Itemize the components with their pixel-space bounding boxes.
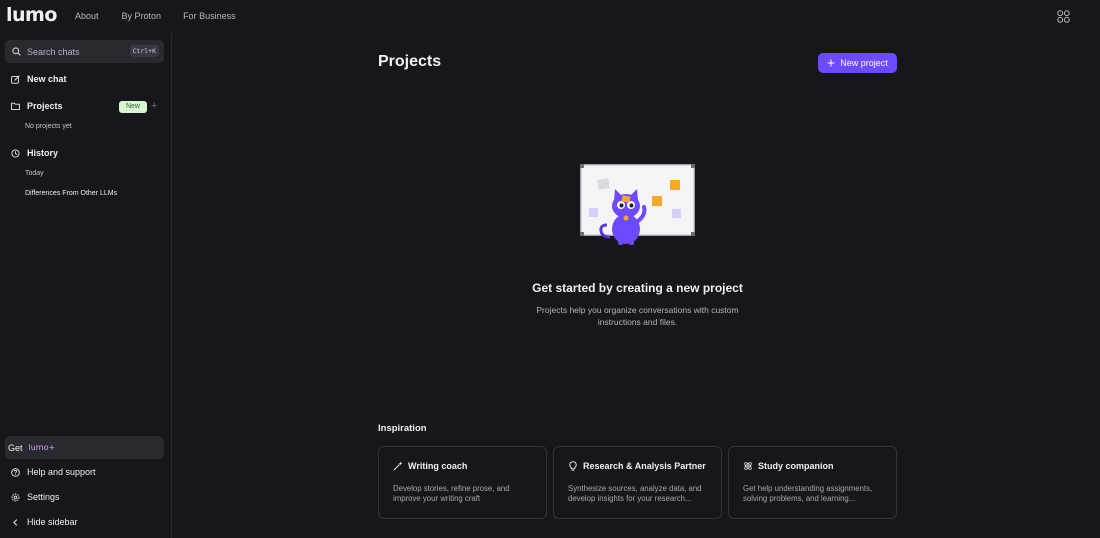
- sidebar: Search chats Ctrl+K New chat Projects Ne…: [0, 33, 172, 538]
- new-badge: New: [119, 101, 147, 113]
- gear-icon: [11, 493, 20, 501]
- atom-icon: [744, 462, 752, 470]
- inspiration-card-writing-coach[interactable]: Writing coach Develop stories, refine pr…: [378, 446, 547, 519]
- hide-sidebar-button[interactable]: Hide sidebar: [11, 517, 78, 527]
- help-icon: [11, 467, 20, 477]
- inspiration-card-research-partner[interactable]: Research & Analysis Partner Synthesize s…: [553, 446, 722, 519]
- history-item[interactable]: Differences From Other LLMs: [25, 190, 117, 197]
- card-title: Study companion: [758, 461, 834, 471]
- help-label: Help and support: [27, 467, 96, 477]
- chevron-left-icon: [13, 518, 18, 526]
- get-lumo-plus-button[interactable]: Get lumo+: [5, 436, 164, 459]
- top-nav: About By Proton For Business: [75, 11, 236, 21]
- new-project-button[interactable]: New project: [818, 53, 897, 73]
- card-body: Develop stories, refine prose, and impro…: [393, 484, 510, 503]
- sidebar-item-history[interactable]: History: [11, 148, 58, 158]
- card-body: Synthesize sources, analyze data, and de…: [568, 484, 702, 503]
- get-label: Get: [8, 442, 23, 453]
- inspiration-heading: Inspiration: [378, 423, 427, 434]
- sidebar-item-projects[interactable]: Projects: [11, 101, 63, 111]
- search-shortcut: Ctrl+K: [129, 45, 159, 57]
- empty-state-title: Get started by creating a new project: [532, 281, 743, 295]
- lightbulb-icon: [569, 461, 577, 471]
- lumo-plus-brand: lumo+: [28, 443, 56, 452]
- new-chat-button[interactable]: New chat: [11, 74, 67, 84]
- empty-state-description: Projects help you organize conversations…: [536, 305, 739, 327]
- inspiration-card-study-companion[interactable]: Study companion Get help understanding a…: [728, 446, 897, 519]
- history-label: History: [27, 148, 59, 158]
- top-bar: lumo About By Proton For Business: [0, 0, 1100, 33]
- plus-icon: [827, 59, 835, 67]
- magic-wand-icon: [393, 461, 403, 471]
- projects-label: Projects: [27, 101, 63, 111]
- new-chat-label: New chat: [27, 74, 67, 84]
- search-placeholder: Search chats: [27, 46, 80, 57]
- card-title: Research & Analysis Partner: [583, 461, 706, 471]
- card-title: Writing coach: [408, 461, 468, 471]
- new-project-label: New project: [840, 58, 888, 68]
- edit-icon: [11, 74, 20, 84]
- page-title: Projects: [378, 53, 442, 70]
- nav-for-business-link[interactable]: For Business: [183, 11, 236, 21]
- history-group-today: Today: [25, 170, 44, 177]
- folder-icon: [11, 102, 20, 110]
- nav-about-link[interactable]: About: [75, 11, 99, 21]
- lumo-logo[interactable]: lumo: [6, 4, 57, 26]
- card-body: Get help understanding assignments, solv…: [743, 484, 873, 503]
- settings-label: Settings: [27, 492, 60, 502]
- search-chats-input[interactable]: Search chats Ctrl+K: [5, 40, 164, 63]
- hide-sidebar-label: Hide sidebar: [27, 517, 78, 527]
- nav-by-proton-link[interactable]: By Proton: [122, 11, 162, 21]
- add-project-icon[interactable]: +: [151, 100, 157, 112]
- grid-apps-icon[interactable]: [1057, 10, 1070, 23]
- settings-button[interactable]: Settings: [11, 492, 60, 502]
- cat-whiteboard-illustration: [580, 164, 695, 245]
- no-projects-text: No projects yet: [25, 123, 72, 130]
- help-support-button[interactable]: Help and support: [11, 467, 96, 477]
- history-icon: [11, 148, 20, 158]
- search-icon: [12, 47, 21, 56]
